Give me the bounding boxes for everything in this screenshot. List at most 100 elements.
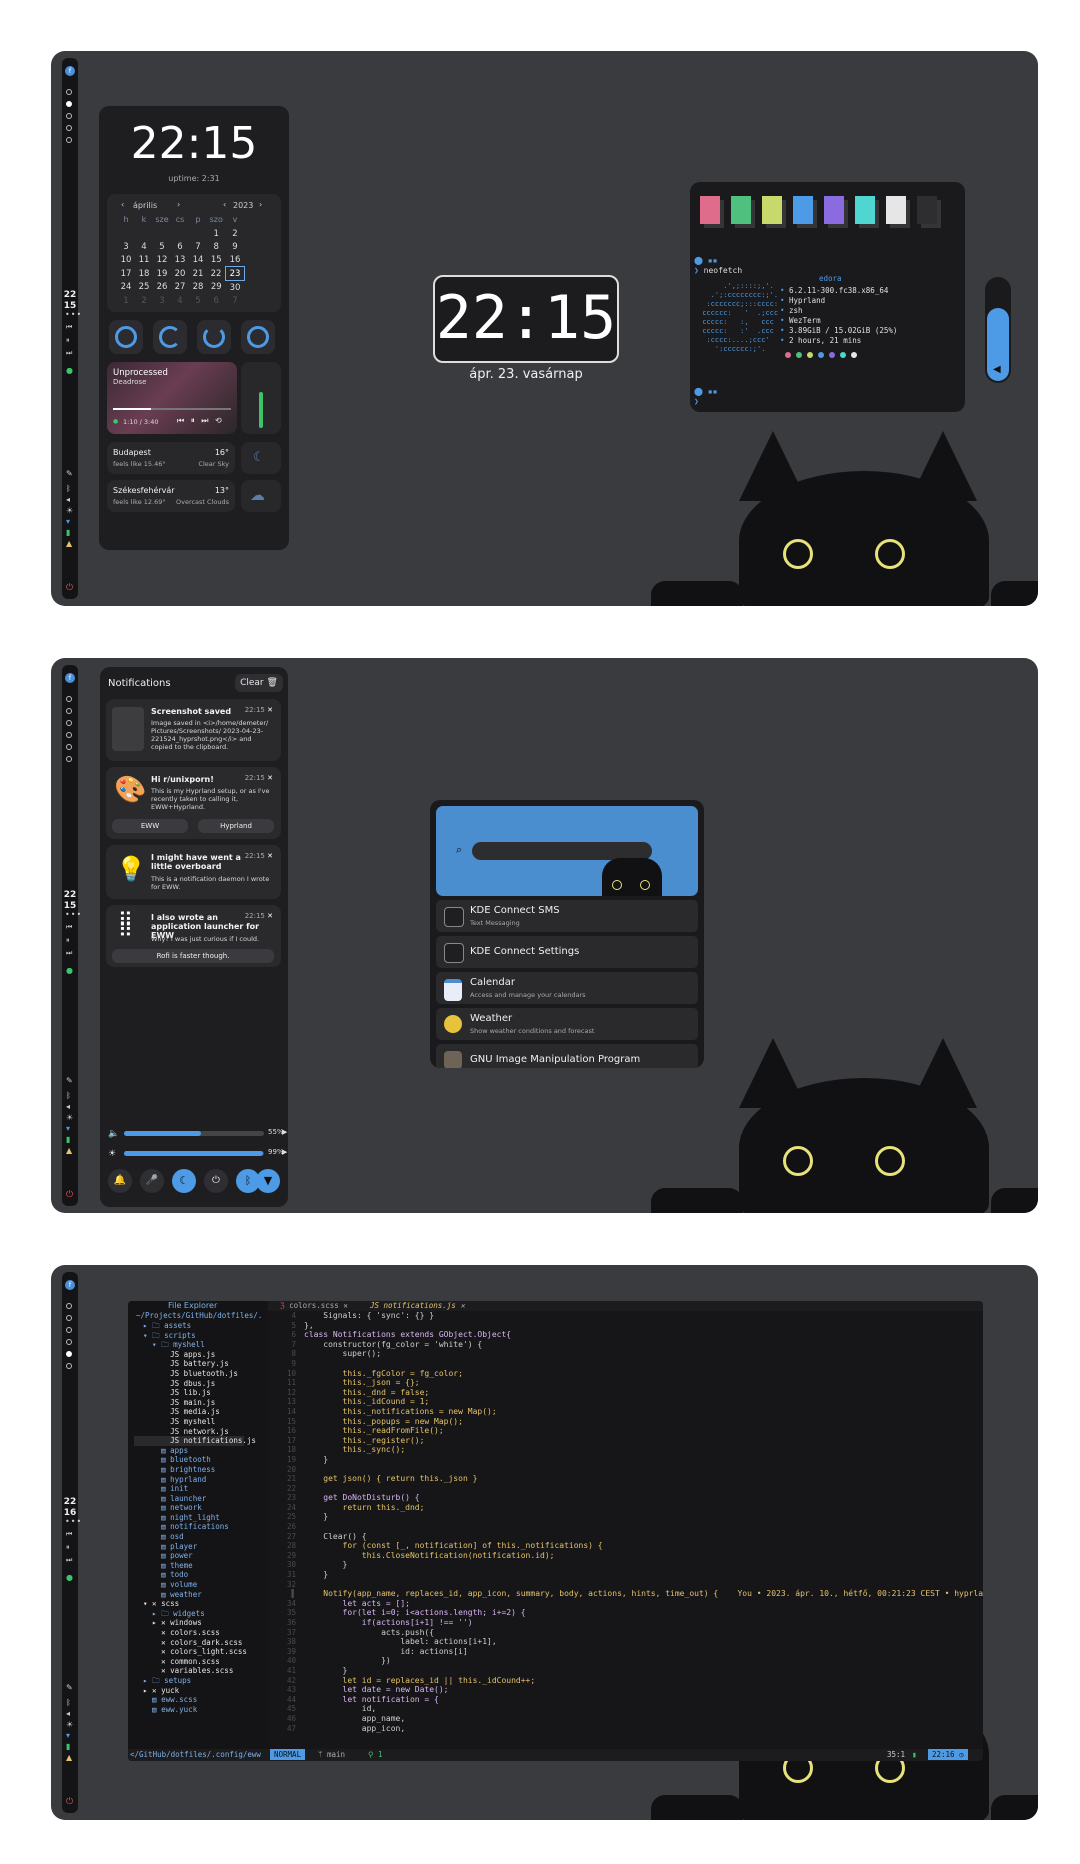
calendar-day[interactable] (153, 227, 171, 240)
wifi-toggle-icon[interactable]: ▼ (256, 1169, 280, 1193)
tree-item[interactable]: ▤ hyprland (134, 1475, 244, 1485)
workspace-3[interactable] (66, 720, 72, 726)
tree-item[interactable]: JS bluetooth.js (134, 1369, 244, 1379)
wifi-icon[interactable]: ▾ (66, 1730, 70, 1741)
launcher-item-calendar[interactable]: Calendar Access and manage your calendars (436, 972, 698, 1004)
night-light-icon[interactable]: ☾ (172, 1169, 196, 1193)
tree-item[interactable]: JS media.js (134, 1407, 244, 1417)
launcher-item-kde-settings[interactable]: KDE Connect Settings (436, 936, 698, 968)
editor-window[interactable]: File Explorer ~/Projects/GitHub/dotfiles… (128, 1301, 983, 1761)
tree-item[interactable]: ▤ weather (134, 1590, 244, 1600)
calendar-day[interactable]: 2 (226, 227, 245, 240)
calendar-day[interactable]: 5 (189, 294, 207, 307)
file-tree[interactable]: ▸ 🗀 assets ▾ 🗀 scripts ▾ 🗀 myshell JS ap… (134, 1321, 256, 1714)
tree-item[interactable]: ✕ colors_light.scss (134, 1647, 247, 1657)
calendar-day[interactable]: 30 (226, 281, 245, 295)
chevron-right-icon[interactable]: ▶ (282, 1148, 287, 1156)
volume-icon[interactable]: ◂ (66, 1708, 70, 1719)
play-pause-icon[interactable]: ⏸ (66, 336, 70, 345)
calendar-day[interactable]: 16 (226, 253, 245, 267)
color-picker-icon[interactable]: ✎ (66, 1682, 73, 1693)
volume-icon[interactable]: ◂ (66, 1101, 70, 1112)
tree-item[interactable]: ▤ night_light (134, 1513, 244, 1523)
power-profile-icon[interactable]: ▲ (66, 538, 72, 549)
chevron-right-icon[interactable]: ▶ (282, 1128, 287, 1136)
tree-item[interactable]: ✕ colors_dark.scss (134, 1638, 244, 1648)
workspace-4[interactable] (66, 1339, 72, 1345)
calendar-day[interactable]: 15 (207, 253, 226, 267)
workspace-5[interactable] (66, 137, 72, 143)
microphone-icon[interactable]: 🎤 (140, 1169, 164, 1193)
calendar-day[interactable]: 28 (189, 281, 207, 295)
notification-item[interactable]: 🎨 Hi r/unixporn! 22:15 ✕ This is my Hypr… (106, 767, 281, 839)
next-icon[interactable]: ⏭ (66, 949, 72, 958)
calendar-day[interactable]: 17 (117, 267, 135, 281)
previous-icon[interactable]: ⏮ (66, 923, 72, 932)
tree-item[interactable]: ▤ brightness (134, 1465, 244, 1475)
color-picker-icon[interactable]: ✎ (66, 468, 73, 479)
tree-item[interactable]: ▤ player (134, 1542, 244, 1552)
calendar-day[interactable]: 23 (225, 266, 245, 281)
fedora-logo-icon[interactable]: f (65, 1280, 75, 1290)
wifi-icon[interactable]: ▾ (66, 516, 70, 527)
notification-item[interactable]: ⠿ ⠿ I also wrote an application launcher … (106, 905, 281, 967)
tree-item[interactable]: ▾ 🗀 myshell (134, 1340, 244, 1350)
terminal-window[interactable]: ⬤ ▪▪ ❯ neofetch .',;::::;,'. .';:ccccccc… (690, 182, 965, 412)
workspace-1[interactable] (66, 89, 72, 95)
power-icon[interactable]: ⏻ (66, 583, 73, 593)
brightness-icon[interactable]: ☀ (66, 1112, 73, 1123)
fedora-logo-icon[interactable]: f (65, 66, 75, 76)
calendar-day[interactable]: 2 (135, 294, 153, 307)
calendar-day[interactable]: 4 (171, 294, 189, 307)
play-pause-icon[interactable]: ⏸ (66, 1543, 70, 1552)
calendar-day[interactable]: 27 (171, 281, 189, 295)
tree-item[interactable]: JS myshell (134, 1417, 244, 1427)
tree-item[interactable]: JS lib.js (134, 1388, 244, 1398)
tree-item[interactable]: JS battery.js (134, 1359, 244, 1369)
spotify-icon[interactable]: ● (66, 365, 73, 376)
tree-item[interactable]: ▤ launcher (134, 1494, 244, 1504)
calendar-day[interactable]: 1 (207, 227, 226, 240)
notification-item[interactable]: Screenshot saved 22:15 ✕ Image saved in … (106, 699, 281, 761)
power-icon[interactable]: ⏻ (66, 1190, 73, 1200)
calendar-day[interactable]: 19 (153, 267, 171, 281)
clear-button[interactable]: Clear 🗑 (235, 674, 283, 692)
tab-colors-scss[interactable]: ℨ colors.scss ✕ (280, 1301, 348, 1310)
calendar-day[interactable]: 5 (153, 240, 171, 253)
calendar-day[interactable]: 29 (207, 281, 226, 295)
workspace-3[interactable] (66, 1327, 72, 1333)
media-controls[interactable]: ⏮ ⏸ ⏭ ⟲ (177, 416, 224, 426)
bar-clock[interactable]: 22 15 (63, 890, 77, 912)
next-icon[interactable]: ⏭ (66, 1556, 72, 1565)
workspace-5[interactable] (66, 744, 72, 750)
workspace-6[interactable] (66, 1363, 72, 1369)
calendar-next-month[interactable]: › (177, 200, 180, 209)
calendar-day[interactable]: 8 (207, 240, 226, 253)
tree-item[interactable]: ▤ notifications (134, 1522, 244, 1532)
volume-slider[interactable] (124, 1131, 264, 1136)
calendar-day[interactable] (189, 227, 207, 240)
calendar-day[interactable]: 26 (153, 281, 171, 295)
tree-item[interactable]: ▤ apps (134, 1446, 244, 1456)
color-picker-icon[interactable]: ✎ (66, 1075, 73, 1086)
workspace-4[interactable] (66, 732, 72, 738)
play-pause-icon[interactable]: ⏸ (66, 936, 70, 945)
spotify-icon[interactable]: ● (66, 1572, 73, 1583)
workspace-2[interactable] (66, 1315, 72, 1321)
dnd-bell-icon[interactable]: 🔔 (108, 1169, 132, 1193)
brightness-icon[interactable]: ☀ (66, 1719, 73, 1730)
launcher-item-weather[interactable]: Weather Show weather conditions and forec… (436, 1008, 698, 1040)
previous-icon[interactable]: ⏮ (66, 1530, 72, 1539)
tree-item[interactable]: ▸ 🗀 assets (134, 1321, 244, 1331)
calendar-day[interactable] (171, 227, 189, 240)
notification-item[interactable]: 💡 I might have went a little overboard 2… (106, 845, 281, 899)
launcher-item-kde-sms[interactable]: KDE Connect SMS Text Messaging (436, 900, 698, 932)
calendar-day[interactable]: 6 (171, 240, 189, 253)
bluetooth-icon[interactable]: ᛒ (66, 1090, 71, 1101)
calendar-day[interactable]: 3 (153, 294, 171, 307)
calendar-day[interactable] (117, 227, 135, 240)
calendar-day[interactable]: 7 (226, 294, 245, 307)
tree-item[interactable]: ▾ ✕ scss (134, 1599, 244, 1609)
power-profile-icon[interactable]: ▲ (66, 1145, 72, 1156)
tree-item[interactable]: ▤ power (134, 1551, 244, 1561)
